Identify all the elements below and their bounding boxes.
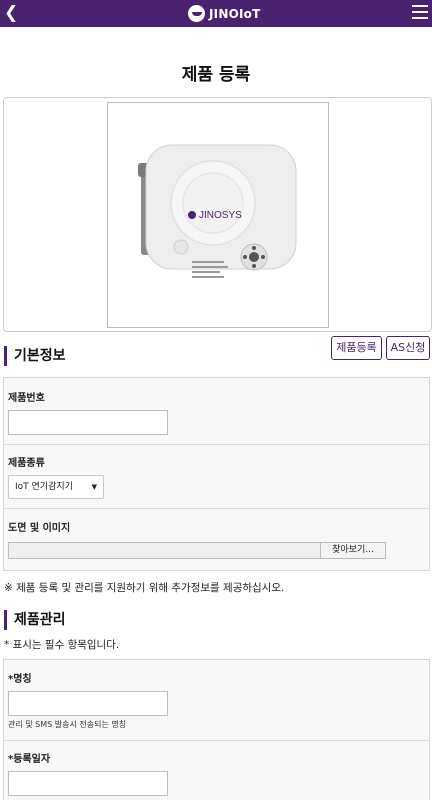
required-note: * 표시는 필수 항목입니다. [4,639,120,651]
register-product-button[interactable]: 제품등록 [331,336,382,360]
file-upload-field[interactable]: 찾아보기... [8,542,386,559]
serial-number-label: 제품번호 [8,393,45,404]
registration-date-input[interactable] [8,771,168,796]
serial-number-row: 제품번호 [4,378,429,445]
name-row: *명칭 관리 및 SMS 발송시 전송되는 명칭 [4,660,429,741]
as-request-button[interactable]: AS신청 [386,336,430,360]
basic-info-heading: 기본정보 [4,346,66,366]
product-type-select[interactable]: IoT 연기감지기 ▼ [8,475,104,499]
app-logo[interactable]: JINOIoT [188,4,260,23]
management-heading: 제품관리 [4,610,66,630]
logo-mark-icon [188,5,205,22]
dropdown-triangle-icon: ▼ [91,483,97,491]
management-panel: *명칭 관리 및 SMS 발송시 전송되는 명칭 *등록일자 [3,659,430,800]
back-chevron-icon[interactable]: ❮ [4,3,22,23]
serial-number-input[interactable] [8,410,168,435]
product-image-frame: JINOSYS [3,97,432,332]
logo-text: JINOIoT [209,6,261,21]
registration-date-row: *등록일자 [4,740,429,801]
brand-text: JINOSYS [199,210,242,221]
product-type-label: 제품종류 [8,458,45,469]
name-label: *명칭 [8,674,32,685]
product-image: JINOSYS [107,102,329,328]
drawing-image-label: 도면 및 이미지 [8,523,71,534]
page-title: 제품 등록 [181,65,251,85]
registration-date-label: *등록일자 [8,754,51,765]
browse-button[interactable]: 찾아보기... [320,543,385,558]
smoke-detector-illustration: JINOSYS [138,144,297,278]
basic-info-panel: 제품번호 제품종류 IoT 연기감지기 ▼ 도면 및 이미지 찾아보기... [3,377,430,571]
name-input[interactable] [8,691,168,716]
product-type-selected: IoT 연기감지기 [15,482,73,492]
drawing-image-row: 도면 및 이미지 찾아보기... [4,508,429,570]
info-notice: ※ 제품 등록 및 관리를 지원하기 위해 추가정보를 제공하십시오. [4,582,285,594]
top-navigation-bar: ❮ JINOIoT [0,0,432,27]
hamburger-menu-icon[interactable] [412,5,428,21]
name-help-text: 관리 및 SMS 발송시 전송되는 명칭 [8,720,127,729]
product-type-row: 제품종류 IoT 연기감지기 ▼ [4,444,429,509]
